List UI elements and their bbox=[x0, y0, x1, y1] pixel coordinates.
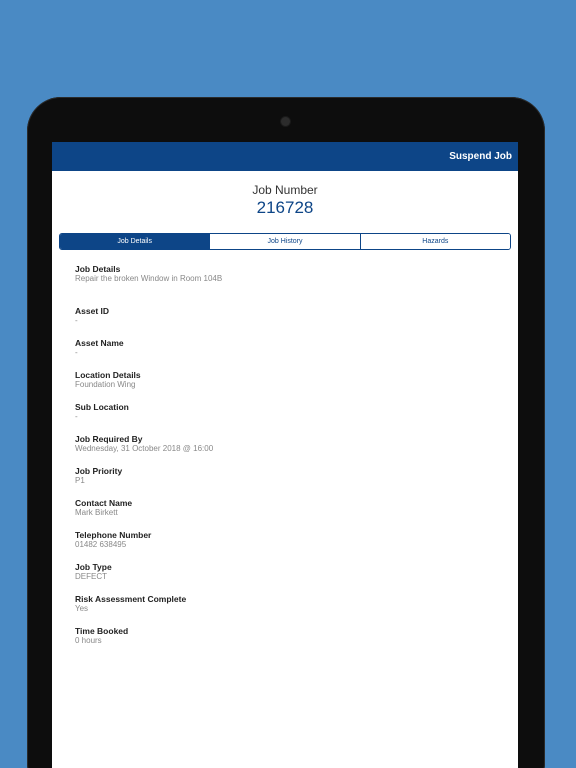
field-job-required-by: Job Required By Wednesday, 31 October 20… bbox=[75, 434, 518, 454]
field-value: - bbox=[75, 316, 78, 325]
field-value: P1 bbox=[75, 476, 85, 485]
field-value: 01482 638495 bbox=[75, 540, 127, 549]
field-label: Risk Assessment Complete bbox=[75, 594, 187, 604]
field-value: - bbox=[75, 348, 78, 357]
field-label: Telephone Number bbox=[75, 530, 152, 540]
field-asset-id: Asset ID - bbox=[75, 306, 518, 326]
field-label: Location Details bbox=[75, 370, 141, 380]
field-value: Repair the broken Window in Room 104B bbox=[75, 274, 223, 283]
field-value: Yes bbox=[75, 604, 89, 613]
tab-hazards[interactable]: Hazards bbox=[360, 234, 510, 249]
job-details-list: Job Details Repair the broken Window in … bbox=[52, 250, 518, 646]
camera-icon bbox=[281, 117, 290, 126]
field-job-priority: Job Priority P1 bbox=[75, 466, 518, 486]
tablet-frame: Suspend Job Job Number 216728 Job Detail… bbox=[27, 97, 545, 768]
field-label: Job Details bbox=[75, 264, 121, 274]
field-contact-name: Contact Name Mark Birkett bbox=[75, 498, 518, 518]
top-bar: Suspend Job bbox=[52, 142, 518, 171]
field-telephone-number: Telephone Number 01482 638495 bbox=[75, 530, 518, 550]
field-label: Job Type bbox=[75, 562, 112, 572]
suspend-job-button[interactable]: Suspend Job bbox=[449, 151, 512, 162]
field-value: Wednesday, 31 October 2018 @ 16:00 bbox=[75, 444, 214, 453]
field-label: Contact Name bbox=[75, 498, 133, 508]
field-label: Asset ID bbox=[75, 306, 110, 316]
job-number: 216728 bbox=[256, 198, 314, 217]
job-header: Job Number 216728 bbox=[52, 171, 518, 218]
tab-job-details[interactable]: Job Details bbox=[60, 234, 211, 249]
field-job-details: Job Details Repair the broken Window in … bbox=[75, 264, 518, 284]
field-label: Sub Location bbox=[75, 402, 129, 412]
field-value: DEFECT bbox=[75, 572, 107, 581]
job-number-label: Job Number bbox=[252, 183, 318, 197]
field-label: Job Priority bbox=[75, 466, 123, 476]
app-screen: Suspend Job Job Number 216728 Job Detail… bbox=[52, 142, 518, 768]
field-asset-name: Asset Name - bbox=[75, 338, 518, 358]
tab-job-history[interactable]: Job History bbox=[210, 234, 361, 249]
field-time-booked: Time Booked 0 hours bbox=[75, 626, 518, 646]
field-value: 0 hours bbox=[75, 636, 102, 645]
tab-bar: Job Details Job History Hazards bbox=[59, 233, 511, 250]
field-risk-assessment: Risk Assessment Complete Yes bbox=[75, 594, 518, 614]
field-value: - bbox=[75, 412, 78, 421]
field-label: Job Required By bbox=[75, 434, 143, 444]
field-label: Time Booked bbox=[75, 626, 129, 636]
field-label: Asset Name bbox=[75, 338, 124, 348]
field-location-details: Location Details Foundation Wing bbox=[75, 370, 518, 390]
field-job-type: Job Type DEFECT bbox=[75, 562, 518, 582]
field-value: Foundation Wing bbox=[75, 380, 136, 389]
field-value: Mark Birkett bbox=[75, 508, 118, 517]
field-sub-location: Sub Location - bbox=[75, 402, 518, 422]
